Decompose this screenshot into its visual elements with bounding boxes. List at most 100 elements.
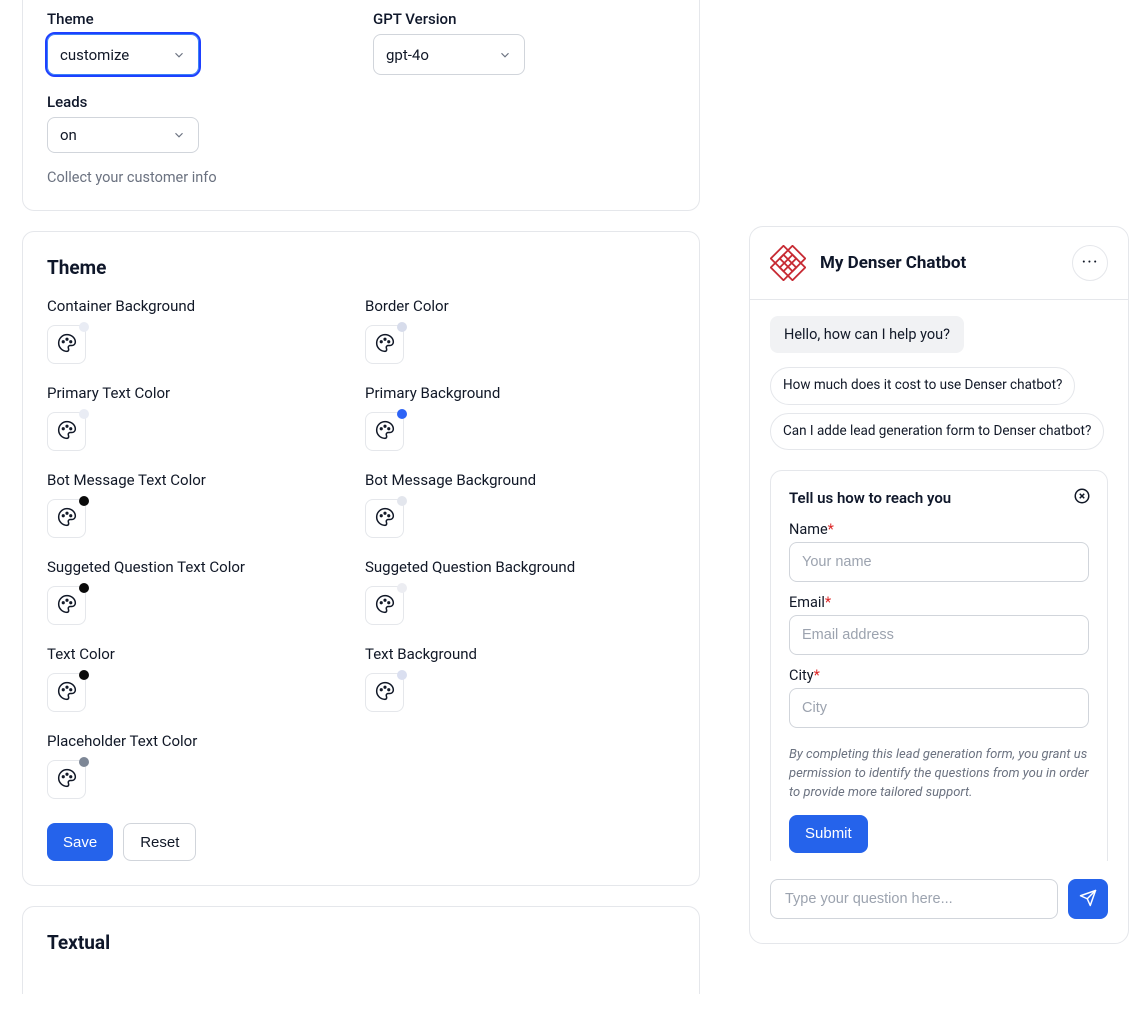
palette-icon	[57, 768, 77, 792]
color-picker-button[interactable]	[47, 586, 86, 625]
chat-input[interactable]	[770, 879, 1058, 919]
textual-section-title: Textual	[47, 931, 675, 954]
chevron-down-icon	[172, 48, 186, 62]
chat-input-row	[750, 861, 1128, 943]
color-picker-button[interactable]	[47, 412, 86, 451]
palette-icon	[57, 507, 77, 531]
palette-icon	[57, 420, 77, 444]
chevron-down-icon	[172, 128, 186, 142]
email-input[interactable]	[789, 615, 1089, 655]
palette-icon	[57, 333, 77, 357]
theme-item-label: Primary Background	[365, 384, 675, 402]
gpt-value: gpt-4o	[386, 46, 429, 64]
theme-item: Bot Message Background	[365, 471, 675, 538]
palette-icon	[375, 333, 395, 357]
theme-item-label: Text Color	[47, 645, 357, 663]
color-swatch	[79, 409, 89, 419]
brand-logo-icon	[770, 245, 806, 281]
send-button[interactable]	[1068, 879, 1108, 919]
color-swatch	[79, 322, 89, 332]
theme-item: Text Background	[365, 645, 675, 712]
color-swatch	[79, 670, 89, 680]
color-swatch	[397, 583, 407, 593]
color-picker-button[interactable]	[365, 325, 404, 364]
theme-item-label: Placeholder Text Color	[47, 732, 357, 750]
palette-icon	[57, 594, 77, 618]
theme-value: customize	[60, 46, 129, 64]
settings-card: Theme customize GPT Version gpt-4o	[22, 0, 700, 211]
name-input[interactable]	[789, 542, 1089, 582]
chat-header: My Denser Chatbot ···	[750, 227, 1128, 300]
theme-item-label: Primary Text Color	[47, 384, 357, 402]
color-swatch	[397, 409, 407, 419]
theme-item-label: Border Color	[365, 297, 675, 315]
theme-select-group: Theme customize	[47, 10, 347, 75]
palette-icon	[375, 420, 395, 444]
chevron-down-icon	[498, 48, 512, 62]
leads-value: on	[60, 126, 77, 144]
theme-item-label: Bot Message Background	[365, 471, 675, 489]
lead-title: Tell us how to reach you	[789, 489, 1089, 507]
chat-title: My Denser Chatbot	[820, 253, 966, 273]
color-swatch	[397, 670, 407, 680]
suggested-question[interactable]: Can I adde lead generation form to Dense…	[770, 413, 1104, 451]
color-swatch	[79, 496, 89, 506]
chat-panel: My Denser Chatbot ··· Hello, how can I h…	[749, 226, 1129, 944]
color-swatch	[397, 496, 407, 506]
color-picker-button[interactable]	[365, 499, 404, 538]
ellipsis-icon: ···	[1081, 254, 1098, 272]
name-label: Name*	[789, 521, 1089, 538]
color-picker-button[interactable]	[365, 412, 404, 451]
color-picker-button[interactable]	[365, 586, 404, 625]
send-icon	[1079, 889, 1097, 910]
palette-icon	[375, 594, 395, 618]
suggested-question[interactable]: How much does it cost to use Denser chat…	[770, 367, 1075, 405]
theme-section-title: Theme	[47, 256, 675, 279]
reset-button[interactable]: Reset	[123, 823, 196, 861]
theme-label: Theme	[47, 10, 347, 28]
leads-label: Leads	[47, 93, 675, 111]
color-swatch	[79, 757, 89, 767]
theme-item: Text Color	[47, 645, 357, 712]
theme-item-label: Text Background	[365, 645, 675, 663]
theme-item: Placeholder Text Color	[47, 732, 357, 799]
theme-item-label: Suggeted Question Background	[365, 558, 675, 576]
gpt-select-group: GPT Version gpt-4o	[373, 10, 673, 75]
theme-item: Primary Background	[365, 384, 675, 451]
city-input[interactable]	[789, 688, 1089, 728]
theme-item: Container Background	[47, 297, 357, 364]
palette-icon	[57, 681, 77, 705]
color-picker-button[interactable]	[47, 760, 86, 799]
gpt-select[interactable]: gpt-4o	[373, 34, 525, 75]
color-swatch	[79, 583, 89, 593]
color-picker-button[interactable]	[47, 325, 86, 364]
lead-form: Tell us how to reach you Name* Email* Ci…	[770, 470, 1108, 861]
theme-item: Suggeted Question Background	[365, 558, 675, 625]
close-icon[interactable]	[1073, 487, 1091, 505]
leads-select[interactable]: on	[47, 117, 199, 153]
lead-disclaimer: By completing this lead generation form,…	[789, 746, 1089, 803]
theme-item: Suggeted Question Text Color	[47, 558, 357, 625]
theme-item: Primary Text Color	[47, 384, 357, 451]
color-swatch	[397, 322, 407, 332]
email-label: Email*	[789, 594, 1089, 611]
theme-item-label: Bot Message Text Color	[47, 471, 357, 489]
color-picker-button[interactable]	[47, 499, 86, 538]
theme-item: Bot Message Text Color	[47, 471, 357, 538]
palette-icon	[375, 507, 395, 531]
theme-item-label: Container Background	[47, 297, 357, 315]
more-button[interactable]: ···	[1072, 245, 1108, 281]
color-picker-button[interactable]	[365, 673, 404, 712]
palette-icon	[375, 681, 395, 705]
city-label: City*	[789, 667, 1089, 684]
submit-button[interactable]: Submit	[789, 815, 868, 853]
theme-select[interactable]: customize	[47, 34, 199, 75]
leads-hint: Collect your customer info	[47, 169, 675, 186]
theme-item-label: Suggeted Question Text Color	[47, 558, 357, 576]
theme-card: Theme Container Background Border Color Pr…	[22, 231, 700, 886]
gpt-label: GPT Version	[373, 10, 673, 28]
save-button[interactable]: Save	[47, 823, 113, 861]
theme-item: Border Color	[365, 297, 675, 364]
bot-message: Hello, how can I help you?	[770, 316, 964, 353]
color-picker-button[interactable]	[47, 673, 86, 712]
